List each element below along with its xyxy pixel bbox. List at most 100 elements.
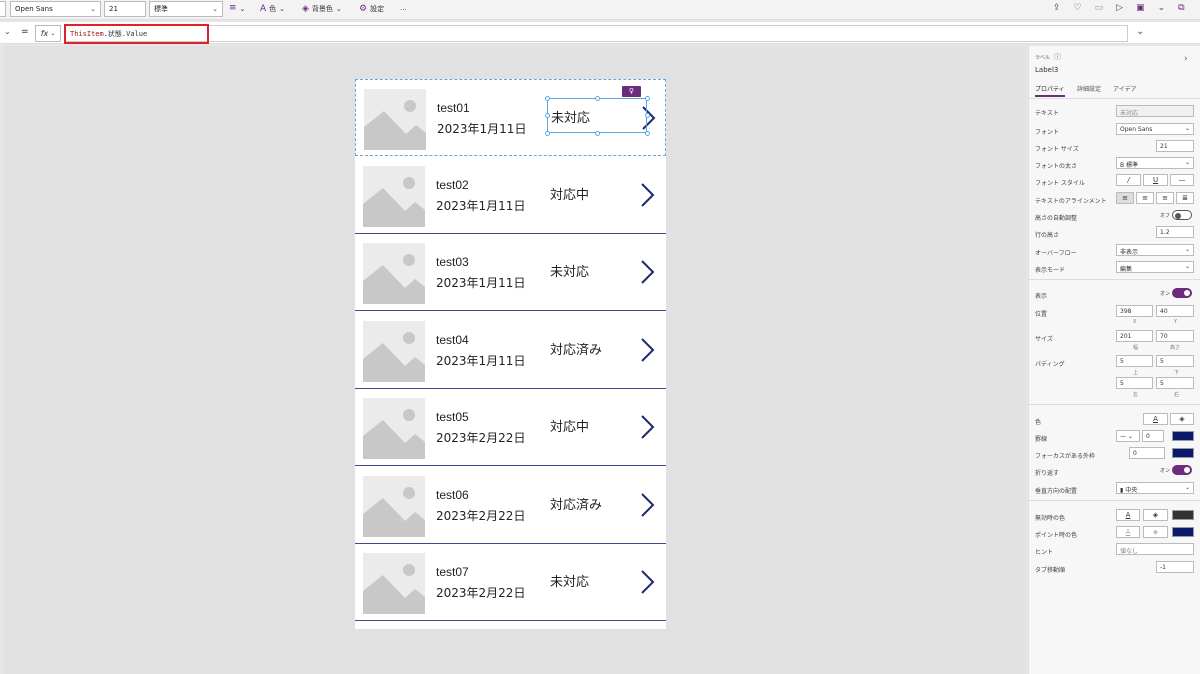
chevron-down-icon: ⌄	[212, 5, 218, 13]
hover-fill-color-button[interactable]: ◈	[1143, 526, 1168, 538]
resize-handle[interactable]	[645, 96, 650, 101]
tab-properties[interactable]: プロパティ	[1035, 84, 1065, 97]
comment-icon[interactable]: ▭	[1095, 4, 1104, 13]
tab-index-field[interactable]: -1	[1156, 561, 1194, 573]
fill-button[interactable]: ◈ 背景色 ⌄	[302, 4, 342, 14]
padding-bottom-field[interactable]: 5	[1156, 355, 1194, 367]
item-date: 2023年2月22日	[436, 431, 526, 445]
save-icon[interactable]: ▣	[1136, 4, 1145, 13]
play-icon[interactable]: ▷	[1116, 4, 1123, 13]
chevron-down-icon[interactable]: ⌄	[1158, 4, 1166, 13]
overflow-select-value: 非表示	[1120, 249, 1139, 256]
resize-handle[interactable]	[545, 131, 550, 136]
font-color-button[interactable]: A	[1143, 413, 1168, 425]
x-sublabel: X	[1133, 319, 1137, 325]
auto-height-toggle[interactable]	[1172, 210, 1192, 220]
overflow-select[interactable]: 非表示 ⌄	[1116, 244, 1194, 256]
disabled-fill-color-button[interactable]: ◈	[1143, 509, 1168, 521]
border-color-swatch[interactable]	[1172, 431, 1194, 441]
item-title: test05	[436, 410, 469, 424]
health-icon[interactable]: ♡	[1074, 4, 1082, 13]
item-date: 2023年1月11日	[436, 353, 526, 368]
font-weight-dropdown[interactable]: 標準 ⌄	[149, 1, 223, 17]
properties-panel: ラベル ⓘ Label3 › プロパティ 詳細設定 アイデア テキスト 未対応 …	[1028, 46, 1200, 674]
focus-border-field[interactable]: 0	[1129, 447, 1165, 459]
disabled-font-color-button[interactable]: A	[1116, 509, 1140, 521]
chevron-right-icon[interactable]	[639, 337, 655, 363]
align-justify-button[interactable]: ≣	[1176, 192, 1194, 204]
font-color-icon: A	[260, 3, 267, 14]
property-dropdown[interactable]: ⌄	[0, 1, 6, 17]
app-screen: test01 2023年1月11日 未対応 ♀ test02 2023年1月11日 対応中 t…	[355, 79, 666, 629]
vertical-align-select[interactable]: ▮ 中央 ⌄	[1116, 482, 1194, 494]
item-status: 対応中	[550, 420, 590, 435]
wrap-toggle[interactable]	[1172, 465, 1192, 475]
color-button[interactable]: A 色 ⌄	[260, 4, 285, 14]
padding-right-field[interactable]: 5	[1156, 377, 1194, 389]
selection-box[interactable]	[547, 98, 647, 133]
tab-ideas[interactable]: アイデア	[1113, 84, 1137, 93]
width-field[interactable]: 201	[1116, 330, 1153, 342]
line-height-field[interactable]: 1.2	[1156, 226, 1194, 238]
strikethrough-button[interactable]: —	[1170, 174, 1194, 186]
settings-button[interactable]: ⚙ 設定	[359, 4, 384, 14]
display-mode-select[interactable]: 編集 ⌄	[1116, 261, 1194, 273]
help-icon[interactable]: ⓘ	[1054, 52, 1061, 62]
align-button[interactable]: ≡ ⌄	[229, 4, 245, 13]
chevron-right-icon[interactable]	[639, 569, 655, 595]
border-style-select[interactable]: — ⌄	[1116, 430, 1140, 442]
focus-border-color-swatch[interactable]	[1172, 448, 1194, 458]
visible-toggle[interactable]	[1172, 288, 1192, 298]
align-center-button[interactable]: ≡	[1136, 192, 1154, 204]
fx-button[interactable]: fx ⌄	[35, 25, 61, 42]
resize-handle[interactable]	[545, 96, 550, 101]
tab-advanced[interactable]: 詳細設定	[1077, 84, 1101, 93]
position-y-field[interactable]: 40	[1156, 305, 1194, 317]
expand-formula-icon[interactable]: ⌄	[1136, 26, 1144, 37]
font-size-input[interactable]: 21	[104, 1, 146, 17]
resize-handle[interactable]	[595, 96, 600, 101]
resize-handle[interactable]	[645, 131, 650, 136]
gallery-row[interactable]: test02 2023年1月11日 対応中	[355, 156, 666, 234]
chevron-right-icon[interactable]	[639, 259, 655, 285]
chevron-right-icon[interactable]	[639, 414, 655, 440]
publish-icon[interactable]: ⧉	[1178, 4, 1184, 13]
tooltip-field[interactable]: 値なし	[1116, 543, 1194, 555]
hover-border-color-swatch[interactable]	[1172, 527, 1194, 537]
padding-left-field[interactable]: 5	[1116, 377, 1153, 389]
padding-top-field[interactable]: 5	[1116, 355, 1153, 367]
resize-handle[interactable]	[595, 131, 600, 136]
disabled-border-color-swatch[interactable]	[1172, 510, 1194, 520]
underline-button[interactable]: U	[1143, 174, 1168, 186]
font-dropdown[interactable]: Open Sans ⌄	[10, 1, 101, 17]
position-x-field[interactable]: 398	[1116, 305, 1153, 317]
chevron-right-icon[interactable]: ›	[1184, 54, 1188, 64]
formula-input[interactable]	[64, 25, 1128, 42]
text-input[interactable]: 未対応	[1116, 105, 1194, 117]
gallery-row[interactable]: test01 2023年1月11日 未対応 ♀	[355, 79, 666, 156]
image-placeholder-icon	[363, 165, 425, 227]
font-weight-select[interactable]: B 標準 ⌄	[1116, 157, 1194, 169]
font-select[interactable]: Open Sans ⌄	[1116, 123, 1194, 135]
fill-color-button[interactable]: ◈	[1170, 413, 1194, 425]
gallery-row[interactable]: test07 2023年2月22日 未対応	[355, 544, 666, 621]
gallery-row[interactable]: test03 2023年1月11日 未対応	[355, 234, 666, 311]
height-field[interactable]: 70	[1156, 330, 1194, 342]
gallery-row[interactable]: test04 2023年1月11日 対応済み	[355, 311, 666, 389]
chevron-right-icon[interactable]	[639, 182, 655, 208]
border-width-field[interactable]: 0	[1142, 430, 1164, 442]
idea-bulb-icon[interactable]: ♀	[622, 86, 641, 97]
align-left-button[interactable]: ≡	[1116, 192, 1134, 204]
resize-handle[interactable]	[645, 113, 650, 118]
chevron-down-icon[interactable]: ⌄	[4, 27, 11, 36]
resize-handle[interactable]	[545, 113, 550, 118]
hover-font-color-button[interactable]: A	[1116, 526, 1140, 538]
share-icon[interactable]: ⇪	[1053, 4, 1061, 13]
gallery-row[interactable]: test06 2023年2月22日 対応済み	[355, 466, 666, 544]
align-right-button[interactable]: ≡	[1156, 192, 1174, 204]
font-size-field[interactable]: 21	[1156, 140, 1194, 152]
gallery-row[interactable]: test05 2023年2月22日 対応中	[355, 389, 666, 466]
chevron-right-icon[interactable]	[639, 492, 655, 518]
more-button[interactable]: ...	[400, 4, 407, 12]
italic-button[interactable]: /	[1116, 174, 1141, 186]
